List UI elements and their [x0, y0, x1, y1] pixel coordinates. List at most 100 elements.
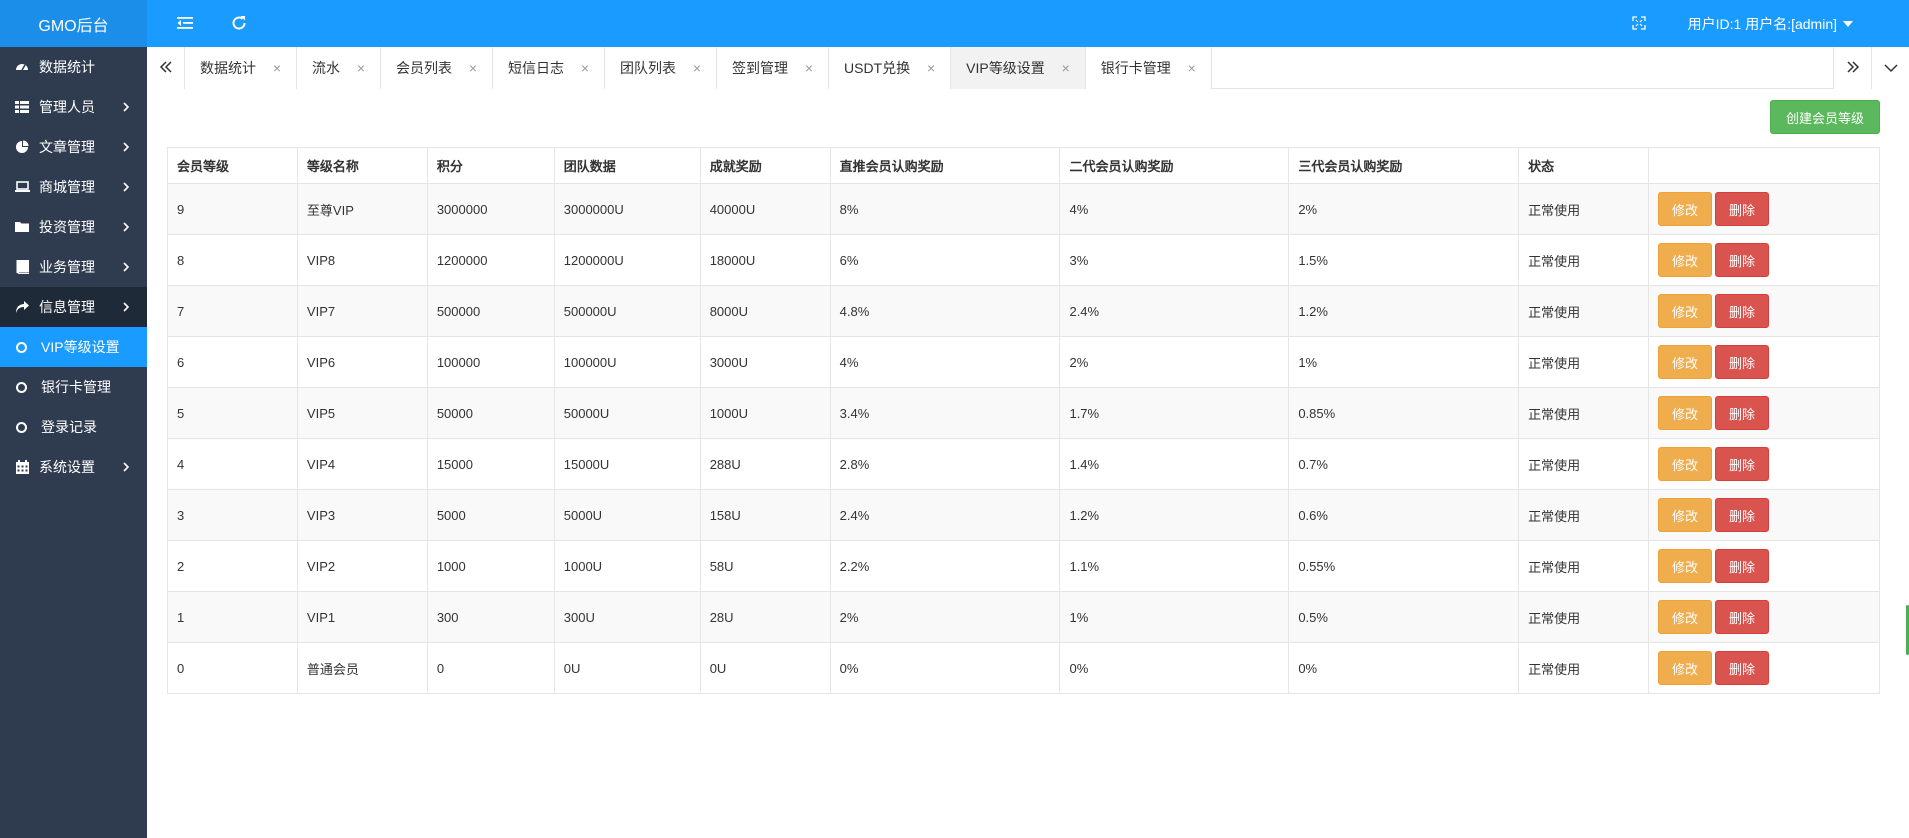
- edit-button[interactable]: 修改: [1658, 549, 1713, 583]
- laptop-icon: [14, 179, 30, 195]
- delete-button[interactable]: 删除: [1715, 549, 1770, 583]
- tab-teams[interactable]: 团队列表 ×: [605, 47, 717, 89]
- edit-button[interactable]: 修改: [1658, 600, 1713, 634]
- table-cell: 正常使用: [1518, 234, 1650, 286]
- edit-button[interactable]: 修改: [1658, 345, 1713, 379]
- edit-button[interactable]: 修改: [1658, 243, 1713, 277]
- tab-label: USDT兑换: [844, 60, 911, 76]
- table-cell: 0.5%: [1288, 591, 1520, 643]
- close-icon[interactable]: ×: [270, 60, 284, 76]
- sidebar-item-label: 系统设置: [39, 459, 95, 475]
- table-cell: 4%: [829, 336, 1061, 388]
- delete-button[interactable]: 删除: [1715, 192, 1770, 226]
- topbar: 用户ID:1 用户名:[admin]: [147, 0, 1909, 47]
- edit-button[interactable]: 修改: [1658, 447, 1713, 481]
- table-cell: 50000U: [553, 387, 701, 439]
- sidebar-subitem-bank-card[interactable]: 银行卡管理: [0, 367, 147, 407]
- table-cell: VIP3: [296, 489, 428, 541]
- book-icon: [14, 259, 30, 275]
- edit-button[interactable]: 修改: [1658, 192, 1713, 226]
- sidebar-item-business[interactable]: 业务管理: [0, 247, 147, 287]
- tab-sms-log[interactable]: 短信日志 ×: [493, 47, 605, 89]
- tab-bank-card[interactable]: 银行卡管理 ×: [1085, 47, 1212, 89]
- table-cell: 1: [167, 591, 298, 643]
- edit-button[interactable]: 修改: [1658, 396, 1713, 430]
- delete-button[interactable]: 删除: [1715, 651, 1770, 685]
- sidebar-subitem-vip-level[interactable]: VIP等级设置: [0, 327, 147, 367]
- edit-button[interactable]: 修改: [1658, 294, 1713, 328]
- close-icon[interactable]: ×: [466, 60, 480, 76]
- table-cell: 0U: [553, 642, 701, 694]
- delete-button[interactable]: 删除: [1715, 294, 1770, 328]
- tabs-scroll-right-button[interactable]: [1833, 47, 1871, 89]
- chevron-right-icon: [119, 460, 133, 474]
- delete-button[interactable]: 删除: [1715, 396, 1770, 430]
- tabs-dropdown-button[interactable]: [1871, 47, 1909, 89]
- edit-button[interactable]: 修改: [1658, 498, 1713, 532]
- user-menu[interactable]: 用户ID:1 用户名:[admin]: [1688, 14, 1853, 34]
- table-cell: 4%: [1059, 183, 1290, 235]
- tab-label: 会员列表: [396, 60, 452, 76]
- table-cell: 8%: [829, 183, 1061, 235]
- tab-checkin[interactable]: 签到管理 ×: [717, 47, 829, 89]
- sidebar-item-dashboard[interactable]: 数据统计: [0, 47, 147, 87]
- sidebar-item-articles[interactable]: 文章管理: [0, 127, 147, 167]
- sidebar-item-shop[interactable]: 商城管理: [0, 167, 147, 207]
- close-icon[interactable]: ×: [1185, 60, 1199, 76]
- delete-button[interactable]: 删除: [1715, 345, 1770, 379]
- row-actions: 修改 删除: [1648, 183, 1880, 235]
- close-icon[interactable]: ×: [690, 60, 704, 76]
- table-cell: 50000: [426, 387, 555, 439]
- delete-button[interactable]: 删除: [1715, 600, 1770, 634]
- close-icon[interactable]: ×: [802, 60, 816, 76]
- tab-flow[interactable]: 流水 ×: [297, 47, 381, 89]
- column-header: 三代会员认购奖励: [1288, 147, 1520, 184]
- menu-collapse-button[interactable]: [173, 12, 197, 36]
- close-icon[interactable]: ×: [578, 60, 592, 76]
- close-icon[interactable]: ×: [924, 60, 938, 76]
- table-cell: 158U: [699, 489, 831, 541]
- column-header: 直推会员认购奖励: [829, 147, 1061, 184]
- table-cell: 1200000U: [553, 234, 701, 286]
- table-cell: 9: [167, 183, 298, 235]
- delete-button[interactable]: 删除: [1715, 243, 1770, 277]
- chevron-down-icon: [1883, 60, 1898, 76]
- sidebar-item-info[interactable]: 信息管理: [0, 287, 147, 327]
- table-cell: 正常使用: [1518, 438, 1650, 490]
- calendar-icon: [14, 459, 30, 475]
- close-icon[interactable]: ×: [354, 60, 368, 76]
- share-icon: [14, 299, 30, 315]
- table-row: 1 VIP1 300 300U 28U 2% 1% 0.5% 正常使用 修改 删除: [167, 591, 1880, 643]
- table-row: 3 VIP3 5000 5000U 158U 2.4% 1.2% 0.6% 正常使用 修改 删除: [167, 489, 1880, 541]
- table-cell: 2.4%: [1059, 285, 1290, 337]
- tab-usdt[interactable]: USDT兑换 ×: [829, 47, 952, 89]
- sidebar-menu: 数据统计 管理人员 文章管理 商城管理 投资管理 业务管理 信息管理: [0, 47, 147, 327]
- sidebar-item-admins[interactable]: 管理人员: [0, 87, 147, 127]
- sidebar-item-invest[interactable]: 投资管理: [0, 207, 147, 247]
- tab-members[interactable]: 会员列表 ×: [381, 47, 493, 89]
- edit-button[interactable]: 修改: [1658, 651, 1713, 685]
- tab-vip-level[interactable]: VIP等级设置 ×: [951, 47, 1086, 89]
- table-cell: 正常使用: [1518, 336, 1650, 388]
- table-cell: 正常使用: [1518, 183, 1650, 235]
- table-cell: 0.6%: [1288, 489, 1520, 541]
- sidebar-subitem-login-log[interactable]: 登录记录: [0, 407, 147, 447]
- sidebar-submenu: VIP等级设置 银行卡管理 登录记录: [0, 327, 147, 447]
- table-cell: 1%: [1059, 591, 1290, 643]
- column-header: 团队数据: [553, 147, 701, 184]
- sidebar-item-settings[interactable]: 系统设置: [0, 447, 147, 487]
- tabs-scroll-left-button[interactable]: [147, 47, 185, 89]
- table-cell: 1200000: [426, 234, 555, 286]
- table-cell: 1.2%: [1059, 489, 1290, 541]
- close-icon[interactable]: ×: [1059, 60, 1073, 76]
- create-level-button[interactable]: 创建会员等级: [1770, 100, 1880, 134]
- delete-button[interactable]: 删除: [1715, 498, 1770, 532]
- table-cell: 28U: [699, 591, 831, 643]
- caret-down-icon: [1843, 21, 1853, 27]
- table-row: 8 VIP8 1200000 1200000U 18000U 6% 3% 1.5% 正常使用 修改…: [167, 234, 1880, 286]
- fullscreen-button[interactable]: [1627, 12, 1651, 36]
- tab-dashboard[interactable]: 数据统计 ×: [185, 47, 297, 89]
- refresh-button[interactable]: [227, 12, 251, 36]
- delete-button[interactable]: 删除: [1715, 447, 1770, 481]
- tab-label: VIP等级设置: [966, 60, 1045, 76]
